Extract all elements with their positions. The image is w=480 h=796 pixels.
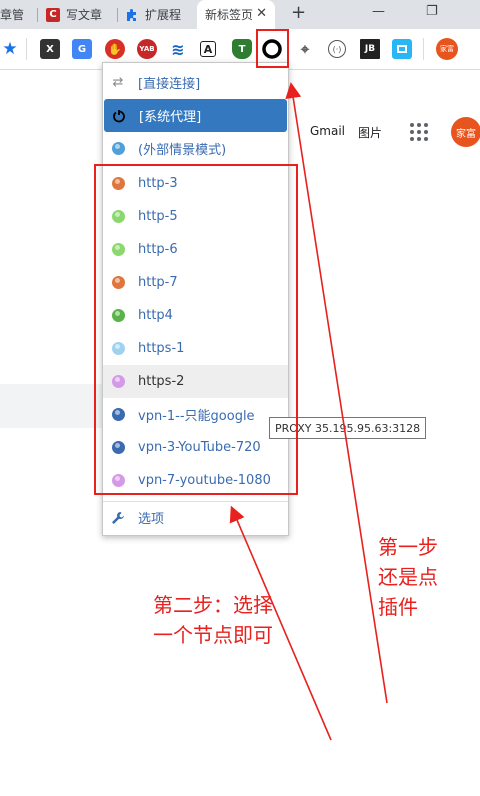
bookmark-star-icon[interactable]: ★ [0,39,20,59]
arrow-to-extension [285,82,388,704]
menu-item-options[interactable]: 选项 [103,501,288,534]
screenshot-glyph [397,45,407,53]
google-translate-icon[interactable]: G [72,39,92,59]
tab-extensions[interactable]: 扩展程 [125,0,193,29]
yab-icon[interactable]: YAB [137,39,157,59]
new-tab-button[interactable]: + [291,2,306,23]
highlight-proxy-list-box [94,164,298,495]
google-avatar[interactable]: 家富 [451,117,480,147]
satellite-icon[interactable]: ⌖ [295,39,315,59]
restore-button[interactable]: ❐ [426,4,438,19]
annotation-step2: 第二步：选择 一个节点即可 [153,590,273,650]
screenshot-icon[interactable] [392,39,412,59]
menu-item-label: 选项 [138,512,165,527]
close-tab-icon[interactable]: ✕ [256,6,267,21]
annotation-line: 一个节点即可 [153,623,273,647]
images-link[interactable]: 图片 [358,124,382,141]
annotation-step1: 第一步 还是点 插件 [378,532,438,622]
annotation-line: 第二步：选择 [153,593,273,617]
gmail-link[interactable]: Gmail [310,124,345,138]
tab-label: 新标签页 [205,8,254,22]
menu-item-label: (外部情景模式) [138,143,227,158]
tab-write-article[interactable]: C 写文章 [46,0,112,29]
annotation-line: 还是点 [378,565,438,589]
tab-chapter-manage[interactable]: 章管 [0,0,34,29]
x-extension-icon[interactable]: X [40,39,60,59]
wrench-icon [111,511,125,525]
font-a-icon[interactable]: A [200,41,216,57]
tab-strip: 章管 C 写文章 扩展程 新标签页 ✕ + — ❐ [0,0,480,29]
annotation-line: 插件 [378,595,418,619]
swap-arrows-icon: ⇄ [112,75,124,90]
toolbar-separator [26,38,27,60]
tab-separator [117,8,118,22]
menu-item-system-proxy[interactable]: [系统代理] [104,99,287,132]
puzzle-icon [125,8,139,22]
tab-separator [37,8,38,22]
menu-item-label: [系统代理] [139,110,202,125]
menu-item-external-profile[interactable]: (外部情景模式) [103,132,288,165]
globe-icon [111,142,125,156]
minimize-button[interactable]: — [372,4,385,19]
jb-icon[interactable]: JB [360,39,380,59]
toolbar-separator [423,38,424,60]
menu-item-direct[interactable]: ⇄ [直接连接] [103,66,288,99]
shield-t-icon[interactable]: T [232,39,252,59]
power-icon [112,109,126,123]
annotation-line: 第一步 [378,535,438,559]
tab-label: 章管 [0,8,25,22]
tab-label: 写文章 [66,8,103,22]
profile-avatar[interactable]: 家富 [436,38,458,60]
tab-new-tab[interactable]: 新标签页 ✕ [197,0,275,29]
adblock-hand-icon[interactable]: ✋ [105,39,125,59]
apps-grid-icon[interactable] [410,123,428,141]
code-brackets-icon[interactable]: (·) [328,40,346,58]
csdn-icon: C [46,7,60,22]
layers-icon[interactable]: ≋ [168,39,188,59]
tab-label: 扩展程 [145,8,182,22]
highlight-extension-box [256,29,289,68]
menu-item-label: [直接连接] [138,77,201,92]
